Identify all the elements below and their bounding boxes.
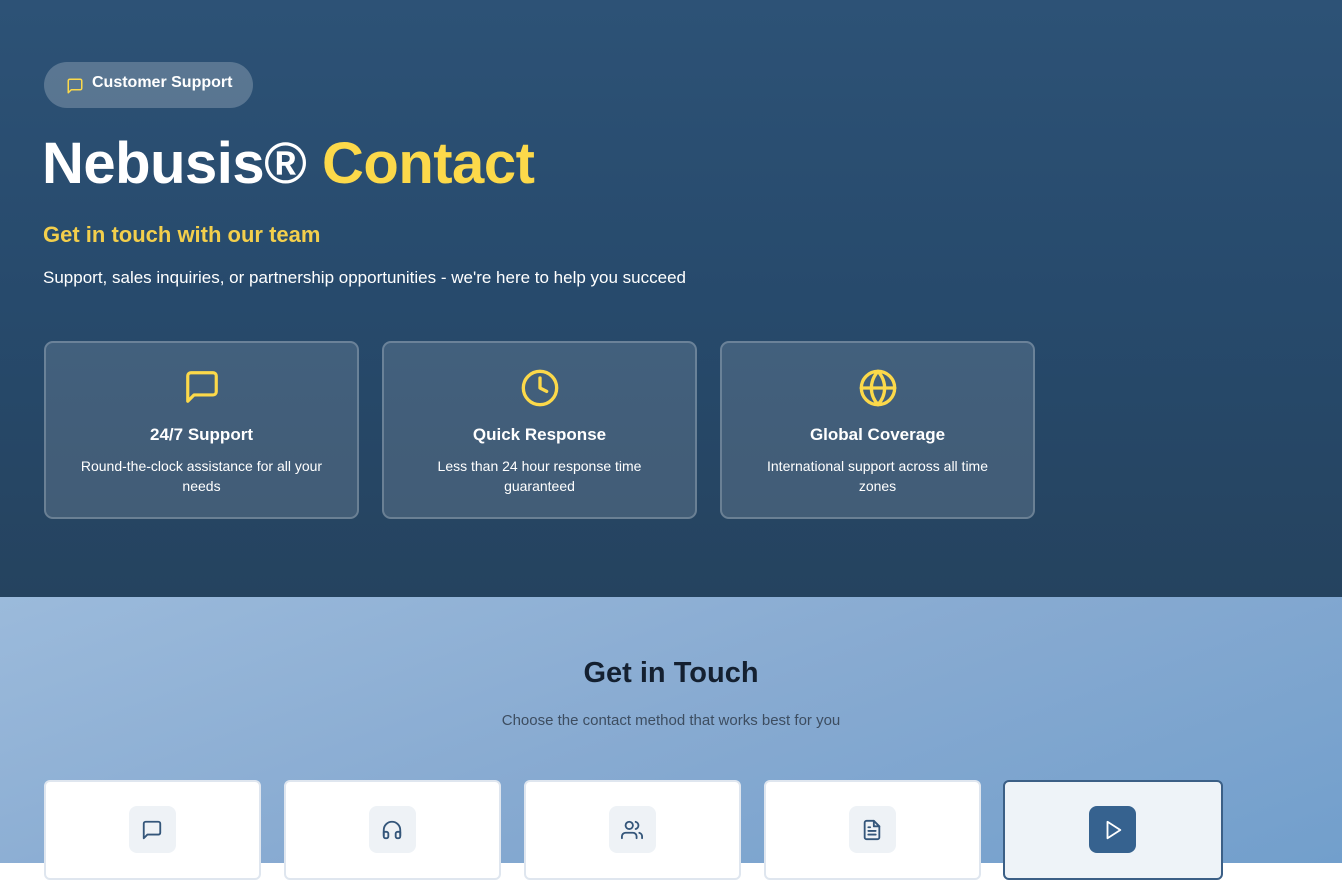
customer-support-badge: Customer Support: [44, 62, 253, 108]
feature-title: Global Coverage: [809, 425, 946, 444]
users-icon: [621, 820, 643, 839]
page-title: Nebusis® Contact: [42, 130, 535, 197]
headphones-icon: [382, 820, 402, 839]
title-main: Nebusis®: [42, 131, 307, 196]
hero-subtitle: Get in touch with our team: [43, 222, 321, 247]
section-subtitle: Choose the contact method that works bes…: [501, 712, 841, 729]
feature-description: Round-the-clock assistance for all your …: [80, 458, 323, 494]
message-square-icon: [185, 371, 218, 403]
file-text-icon: [863, 819, 881, 840]
feature-card-support: 24/7 Support Round-the-clock assistance …: [44, 341, 359, 519]
title-accent: Contact: [322, 131, 535, 196]
contact-method-team[interactable]: [524, 780, 741, 880]
hero-description: Support, sales inquiries, or partnership…: [43, 268, 686, 287]
contact-method-phone[interactable]: [284, 780, 501, 880]
feature-description: International support across all time zo…: [767, 458, 988, 494]
clock-icon: [521, 369, 558, 407]
feature-title: Quick Response: [472, 425, 607, 444]
feature-title: 24/7 Support: [150, 425, 253, 444]
feature-card-response: Quick Response Less than 24 hour respons…: [382, 341, 697, 519]
badge-label: Customer Support: [92, 74, 233, 91]
get-in-touch-section: Get in Touch Choose the contact method t…: [0, 597, 1342, 880]
section-title: Get in Touch: [583, 657, 759, 689]
contact-method-form[interactable]: [764, 780, 981, 880]
globe-icon: [859, 369, 896, 407]
message-square-icon: [67, 78, 83, 94]
hero-section: Customer Support Nebusis® Contact Get in…: [0, 0, 1342, 597]
contact-method-demo[interactable]: [1003, 780, 1223, 880]
feature-card-coverage: Global Coverage International support ac…: [720, 341, 1035, 519]
play-icon: [1106, 820, 1121, 839]
message-square-icon: [142, 820, 162, 839]
contact-method-chat[interactable]: [44, 780, 261, 880]
feature-description: Less than 24 hour response time guarante…: [437, 458, 642, 494]
